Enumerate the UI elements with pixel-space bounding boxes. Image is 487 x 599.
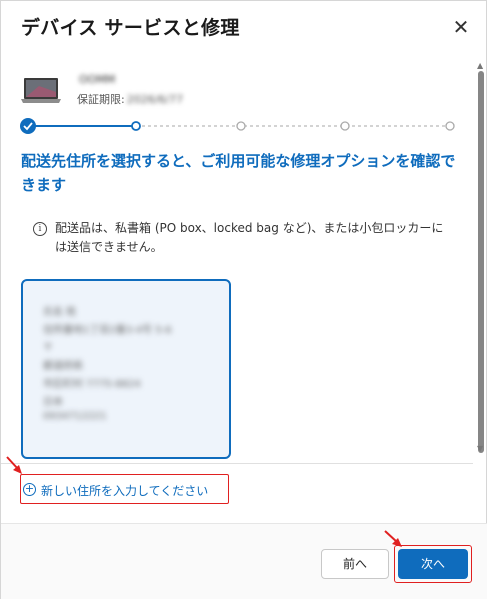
- info-icon: i: [33, 222, 47, 236]
- annotation-highlight-box: [394, 545, 472, 583]
- address-line: 〒: [43, 343, 53, 354]
- step-1-complete: [20, 118, 36, 134]
- address-line: 氏名 姓: [43, 307, 77, 318]
- scroll-down-arrow-icon[interactable]: ▼: [477, 444, 483, 453]
- content-divider: [1, 463, 473, 464]
- address-line: 0934712221: [43, 411, 107, 422]
- warranty-date: 2026/6/77: [126, 93, 184, 106]
- close-icon[interactable]: ✕: [449, 15, 473, 39]
- address-line: 市区町村 7775-8824: [43, 379, 141, 390]
- step-4-marker: [340, 121, 350, 131]
- laptop-image: [21, 78, 61, 103]
- scroll-thumb[interactable]: [478, 71, 484, 453]
- scroll-up-arrow-icon[interactable]: ▲: [477, 61, 483, 70]
- saved-address-card[interactable]: 氏名 姓 住所番地1丁目2番3-4号 5-6 〒 都道府県 市区町村 7775-…: [21, 279, 231, 459]
- address-line: 日本: [43, 397, 63, 408]
- annotation-arrow-icon: [6, 456, 22, 474]
- vertical-scrollbar[interactable]: ▲ ▼: [475, 61, 487, 523]
- service-dialog: デバイス サービスと修理 ✕ OOMM 保証期限: 2026/6/77 配送先住所…: [0, 0, 487, 599]
- annotation-highlight-box: [20, 474, 229, 504]
- step-5-marker: [445, 121, 455, 131]
- address-line: 住所番地1丁目2番3-4号 5-6: [43, 325, 172, 336]
- step-progress: [20, 118, 455, 134]
- previous-button[interactable]: 前へ: [321, 549, 389, 579]
- dialog-content: OOMM 保証期限: 2026/6/77 配送先住所を選択すると、ご利用可能な修理…: [1, 61, 473, 463]
- device-name: OOMM: [79, 73, 116, 86]
- warranty-label: 保証期限:: [77, 93, 125, 106]
- address-line: 都道府県: [43, 361, 83, 372]
- notice-text: 配送品は、私書箱 (PO box、locked bag など)、または小包ロッカ…: [55, 221, 444, 254]
- step-2-marker: [131, 121, 141, 131]
- dialog-title: デバイス サービスと修理: [21, 17, 240, 39]
- section-heading: 配送先住所を選択すると、ご利用可能な修理オプションを確認できます: [21, 152, 456, 194]
- step-3-marker: [236, 121, 246, 131]
- warranty-info: 保証期限: 2026/6/77: [77, 91, 183, 107]
- annotation-arrow-icon: [384, 530, 402, 547]
